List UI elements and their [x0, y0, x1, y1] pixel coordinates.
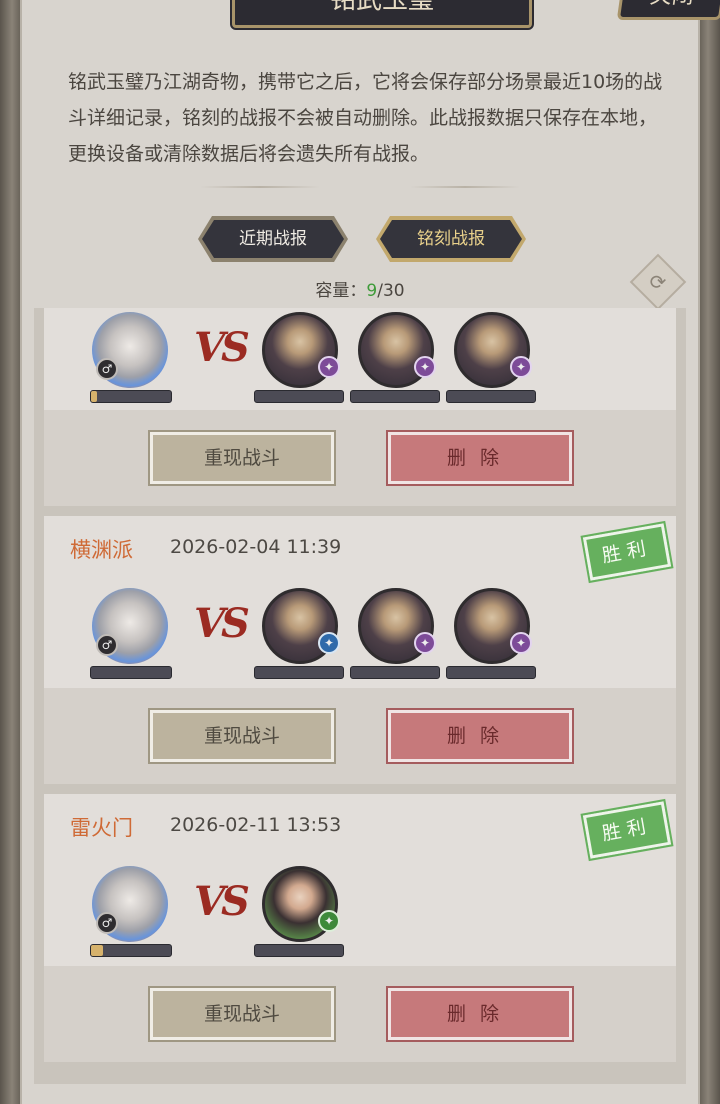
record-card: 横渊派 2026-02-04 11:39 胜利 ♂ VS ✦ ✦ ✦ 重现战斗 …: [44, 516, 676, 784]
victory-stamp: 胜利: [580, 798, 674, 862]
player-progress-fill: [91, 391, 98, 402]
male-gender-icon: ♂: [96, 912, 118, 934]
battle-timestamp: 2026-02-11 13:53: [170, 814, 342, 836]
opponent-class-icon: ✦: [318, 632, 340, 654]
vs-mark: VS: [194, 878, 250, 925]
opponent-class-icon: ✦: [318, 356, 340, 378]
opponent-sect-name: 横渊派: [70, 538, 133, 562]
opponent-sect-name: 雷火门: [70, 816, 133, 840]
capacity-used: 9: [366, 281, 378, 301]
battle-timestamp: 2026-02-04 11:39: [170, 536, 342, 558]
card-actions: 重现战斗 删除: [44, 966, 676, 1062]
player-progress-bar: [90, 944, 172, 957]
opponent-bar: [254, 390, 344, 403]
delete-button[interactable]: 删除: [386, 430, 574, 486]
tab-engraved-reports[interactable]: 铭刻战报: [380, 220, 522, 258]
tab-recent-reports[interactable]: 近期战报: [202, 220, 344, 258]
opponent-bar: [446, 666, 536, 679]
opponent-class-icon: ✦: [510, 356, 532, 378]
card-actions: 重现战斗 删除: [44, 410, 676, 506]
player-progress-bar: [90, 390, 172, 403]
replay-battle-button[interactable]: 重现战斗: [148, 986, 336, 1042]
vs-mark: VS: [194, 324, 250, 371]
record-list[interactable]: ♂ VS ✦ ✦ ✦ 重现战斗 删除 横渊派 2026-02-04 11:39 …: [34, 308, 686, 1084]
opponent-class-icon: ✦: [510, 632, 532, 654]
opponent-bar: [254, 944, 344, 957]
player-progress-fill: [91, 945, 103, 956]
panel-title: 铭武玉璧: [232, 0, 532, 28]
player-progress-bar: [90, 666, 172, 679]
capacity-readout: 容量：9/30: [0, 276, 720, 301]
opponent-bar: [254, 666, 344, 679]
divider-left: [200, 186, 320, 188]
capacity-label: 容量：: [315, 281, 367, 301]
opponent-class-icon: ✦: [414, 632, 436, 654]
record-card: ♂ VS ✦ ✦ ✦ 重现战斗 删除: [44, 308, 676, 506]
replay-battle-button[interactable]: 重现战斗: [148, 708, 336, 764]
record-card: 雷火门 2026-02-11 13:53 胜利 ♂ VS ✦ 重现战斗 删除: [44, 794, 676, 1062]
divider-right: [410, 186, 520, 188]
refresh-glyph: ⟳: [649, 270, 667, 294]
card-actions: 重现战斗 删除: [44, 688, 676, 784]
male-gender-icon: ♂: [96, 634, 118, 656]
vs-mark: VS: [194, 600, 250, 647]
male-gender-icon: ♂: [96, 358, 118, 380]
opponent-bar: [350, 666, 440, 679]
opponent-class-icon: ✦: [414, 356, 436, 378]
delete-button[interactable]: 删除: [386, 986, 574, 1042]
close-button[interactable]: 关闭: [616, 0, 720, 20]
capacity-total: /30: [377, 281, 405, 301]
description-text: 铭武玉璧乃江湖奇物，携带它之后，它将会保存部分场景最近10场的战斗详细记录，铭刻…: [68, 71, 663, 165]
opponent-bar: [350, 390, 440, 403]
opponent-bar: [446, 390, 536, 403]
replay-battle-button[interactable]: 重现战斗: [148, 430, 336, 486]
delete-button[interactable]: 删除: [386, 708, 574, 764]
victory-stamp: 胜利: [580, 520, 674, 584]
opponent-class-icon: ✦: [318, 910, 340, 932]
